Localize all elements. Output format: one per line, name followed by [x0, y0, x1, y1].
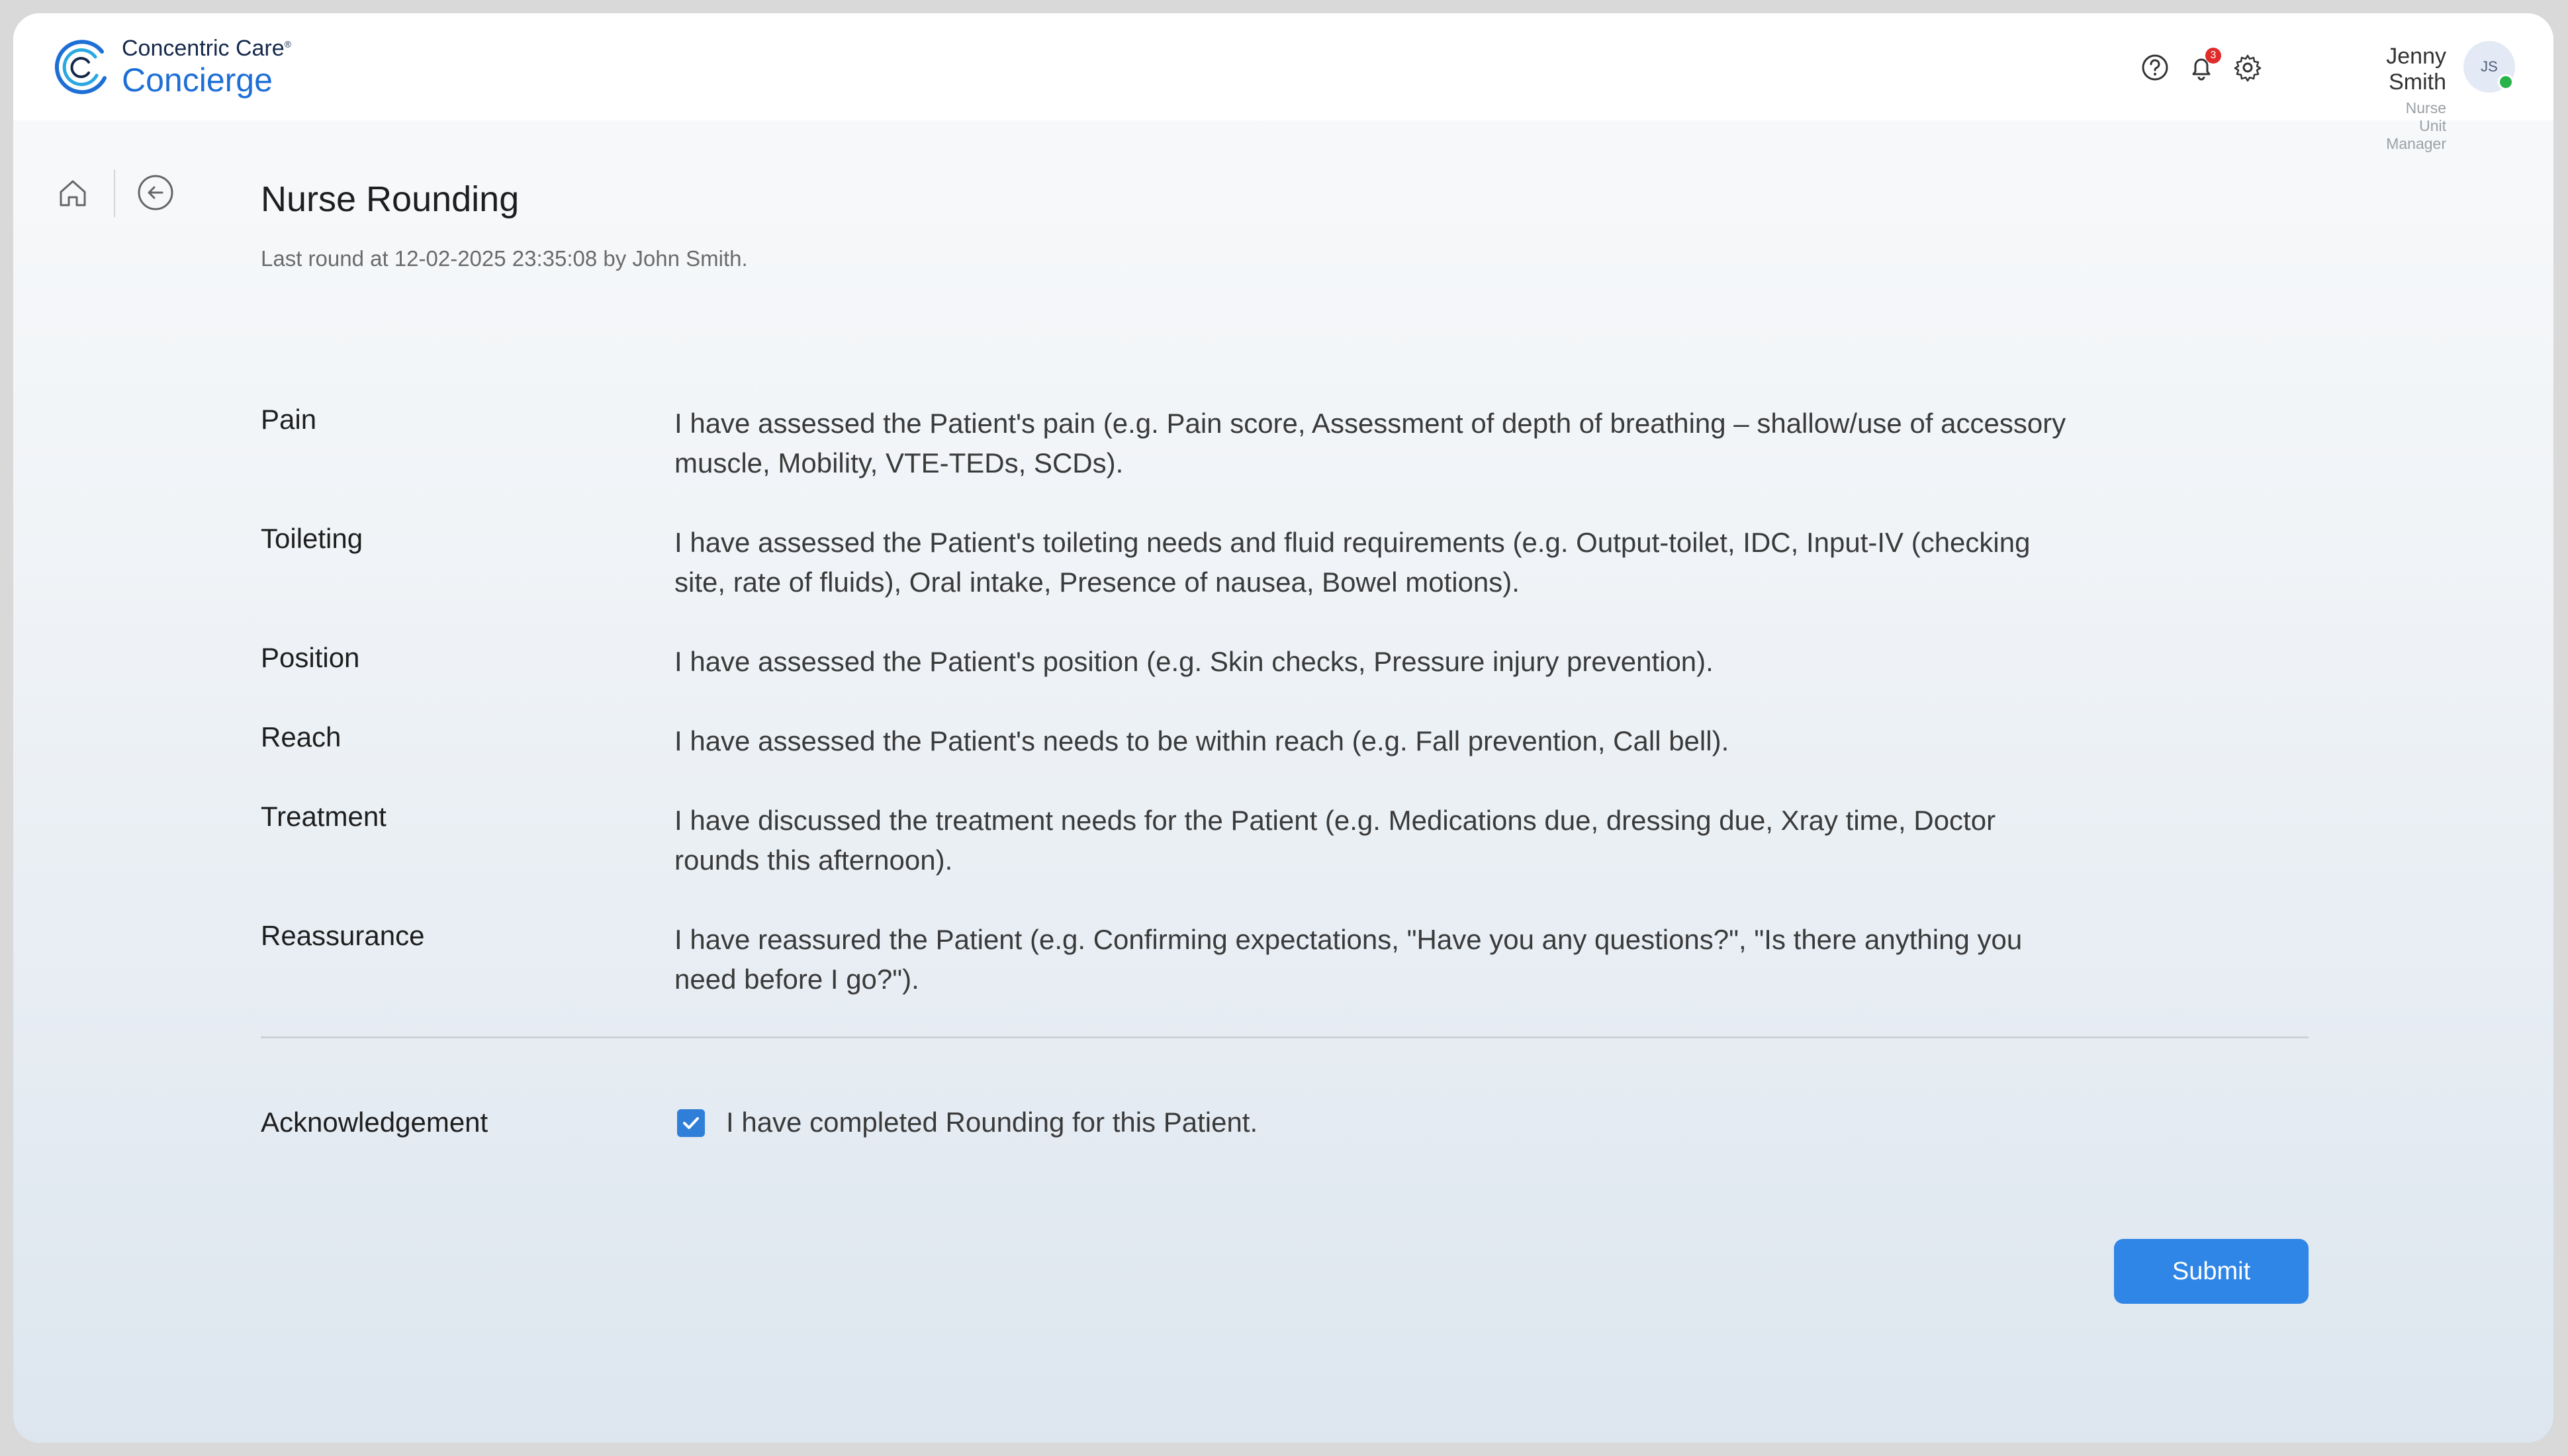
company-name: Concentric Care®: [122, 36, 291, 61]
row-description: I have discussed the treatment needs for…: [674, 805, 1996, 876]
row-label: Toileting: [261, 523, 363, 554]
acknowledgement-text[interactable]: I have completed Rounding for this Patie…: [726, 1107, 1258, 1138]
online-status-indicator: [2498, 74, 2514, 90]
home-icon[interactable]: [54, 175, 91, 212]
row-label: Treatment: [261, 801, 387, 832]
notification-count-badge: 3: [2205, 48, 2221, 64]
avatar[interactable]: JS: [2463, 41, 2515, 93]
row-description: I have assessed the Patient's pain (e.g.…: [674, 408, 2066, 478]
acknowledgement-label: Acknowledgement: [261, 1107, 488, 1138]
row-label: Reach: [261, 721, 342, 752]
notifications-button[interactable]: 3: [2185, 48, 2221, 83]
row-description: I have assessed the Patient's toileting …: [674, 527, 2031, 598]
page-title: Nurse Rounding: [261, 179, 520, 219]
row-label: Position: [261, 642, 360, 673]
submit-button[interactable]: Submit: [2114, 1239, 2309, 1304]
brand-logo[interactable]: Concentric Care® Concierge: [52, 37, 291, 97]
nav-divider: [114, 169, 115, 217]
row-label: Pain: [261, 404, 317, 435]
back-arrow-circle-icon[interactable]: [135, 172, 176, 213]
section-divider: [261, 1036, 2309, 1038]
row-description: I have reassured the Patient (e.g. Confi…: [674, 924, 2023, 995]
checkmark-icon: [683, 1117, 699, 1129]
last-round-info: Last round at 12-02-2025 23:35:08 by Joh…: [261, 246, 748, 271]
app-window: Concentric Care® Concierge 3 Jenny Smith…: [13, 13, 2553, 1443]
user-name: Jenny Smith: [2386, 44, 2446, 95]
row-description: I have assessed the Patient's position (…: [674, 646, 1714, 677]
product-name: Concierge: [122, 62, 273, 99]
help-circle-icon[interactable]: [2139, 52, 2171, 83]
user-info[interactable]: Jenny Smith Nurse Unit Manager: [2386, 44, 2446, 153]
row-description: I have assessed the Patient's needs to b…: [674, 725, 1729, 756]
acknowledgement-checkbox[interactable]: [677, 1109, 705, 1137]
top-header: Concentric Care® Concierge 3 Jenny Smith…: [13, 13, 2553, 152]
gear-icon[interactable]: [2232, 52, 2264, 83]
user-role: Nurse Unit Manager: [2386, 99, 2447, 152]
avatar-initials: JS: [2481, 58, 2498, 75]
row-label: Reassurance: [261, 920, 425, 951]
concentric-logo-icon: [54, 40, 107, 95]
